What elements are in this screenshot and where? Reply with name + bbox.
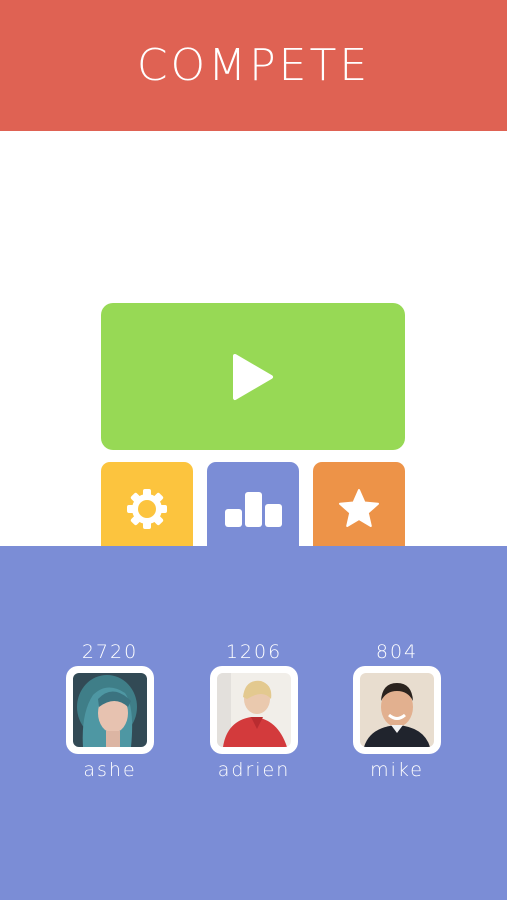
leaderboard-panel: 2720 ashe 1206 adrien 804 mike [0, 546, 507, 900]
play-button[interactable] [101, 303, 405, 450]
avatar [210, 666, 298, 754]
player-score: 1206 [225, 641, 283, 663]
player-score: 804 [375, 641, 419, 663]
avatar [353, 666, 441, 754]
bar-chart-icon [225, 492, 282, 527]
leaderboard-player-mike[interactable]: 804 mike [349, 640, 445, 782]
header-bar: COMPETE [0, 0, 507, 131]
play-icon [233, 353, 273, 400]
player-name: ashe [83, 759, 137, 781]
avatar [66, 666, 154, 754]
player-name: adrien [217, 759, 291, 781]
player-name: mike [370, 759, 424, 781]
page-title: COMPETE [136, 40, 371, 91]
gear-icon [127, 489, 167, 529]
player-score: 2720 [81, 641, 139, 663]
leaderboard-player-ashe[interactable]: 2720 ashe [62, 640, 158, 782]
star-icon [339, 489, 379, 527]
leaderboard-player-adrien[interactable]: 1206 adrien [206, 640, 302, 782]
